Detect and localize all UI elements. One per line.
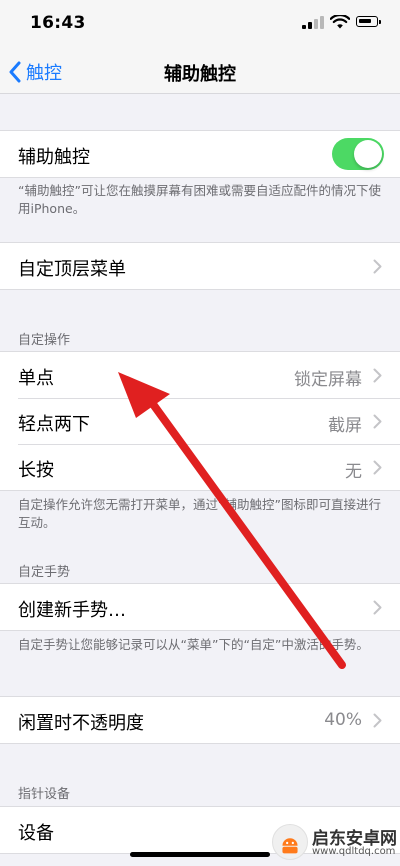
- assistive-touch-toggle[interactable]: [332, 138, 384, 170]
- customize-top-menu-label: 自定顶层菜单: [18, 259, 126, 280]
- custom-actions-header: 自定操作: [18, 333, 71, 348]
- action-row-single-tap[interactable]: 单点 锁定屏幕: [0, 352, 400, 398]
- action-value: 截屏: [328, 416, 362, 436]
- chevron-right-icon: [373, 713, 382, 728]
- chevron-right-icon: [373, 600, 382, 615]
- idle-opacity-label: 闲置时不透明度: [18, 713, 144, 734]
- status-time: 16:43: [30, 13, 86, 33]
- watermark-logo-icon: [272, 824, 308, 860]
- chevron-right-icon: [373, 414, 382, 429]
- status-bar: 16:43: [0, 0, 400, 50]
- create-new-gesture-label: 创建新手势…: [18, 600, 126, 621]
- action-value: 锁定屏幕: [294, 370, 362, 390]
- home-indicator: [130, 852, 270, 857]
- custom-gestures-footer: 自定手势让您能够记录可以从“菜单”下的“自定”中激活的手势。: [18, 637, 369, 652]
- action-row-double-tap[interactable]: 轻点两下 截屏: [0, 398, 400, 444]
- action-value: 无: [345, 462, 362, 482]
- assistive-touch-group: 辅助触控: [0, 130, 400, 178]
- assistive-touch-row: 辅助触控: [0, 131, 400, 177]
- action-label: 单点: [18, 368, 54, 389]
- chevron-right-icon: [373, 259, 382, 274]
- watermark: 启东安卓网 www.qdltdq.com: [272, 822, 397, 862]
- custom-gestures-group: 创建新手势…: [0, 583, 400, 631]
- android-logo-icon: [282, 838, 298, 854]
- create-new-gesture-row[interactable]: 创建新手势…: [0, 584, 400, 630]
- idle-opacity-value: 40%: [324, 710, 362, 730]
- assistive-touch-label: 辅助触控: [18, 147, 90, 168]
- customize-top-menu-row[interactable]: 自定顶层菜单: [0, 243, 400, 289]
- chevron-right-icon: [373, 368, 382, 383]
- status-icons: [302, 15, 382, 29]
- cellular-signal-icon: [302, 15, 324, 29]
- devices-label: 设备: [18, 823, 54, 844]
- custom-actions-footer: 自定操作允许您无需打开菜单，通过“辅助触控”图标即可直接进行互动。: [18, 497, 381, 530]
- idle-opacity-group: 闲置时不透明度 40%: [0, 696, 400, 744]
- wifi-icon: [330, 15, 350, 29]
- action-label: 长按: [18, 460, 54, 481]
- custom-gestures-header: 自定手势: [18, 565, 71, 580]
- page-title: 辅助触控: [164, 64, 236, 85]
- idle-opacity-row[interactable]: 闲置时不透明度 40%: [0, 697, 400, 743]
- pointer-devices-header: 指针设备: [18, 787, 71, 802]
- navigation-bar: 触控 辅助触控: [0, 50, 400, 94]
- action-row-long-press[interactable]: 长按 无: [0, 444, 400, 490]
- battery-icon: [356, 16, 381, 27]
- assistive-touch-footer: “辅助触控”可让您在触摸屏幕有困难或需要自适应配件的情况下使用iPhone。: [18, 183, 381, 216]
- top-menu-group: 自定顶层菜单: [0, 242, 400, 290]
- watermark-url: www.qdltdq.com: [312, 846, 396, 857]
- action-label: 轻点两下: [18, 414, 90, 435]
- custom-actions-group: 单点 锁定屏幕 轻点两下 截屏 长按 无: [0, 351, 400, 491]
- chevron-right-icon: [373, 460, 382, 475]
- toggle-knob: [354, 140, 382, 168]
